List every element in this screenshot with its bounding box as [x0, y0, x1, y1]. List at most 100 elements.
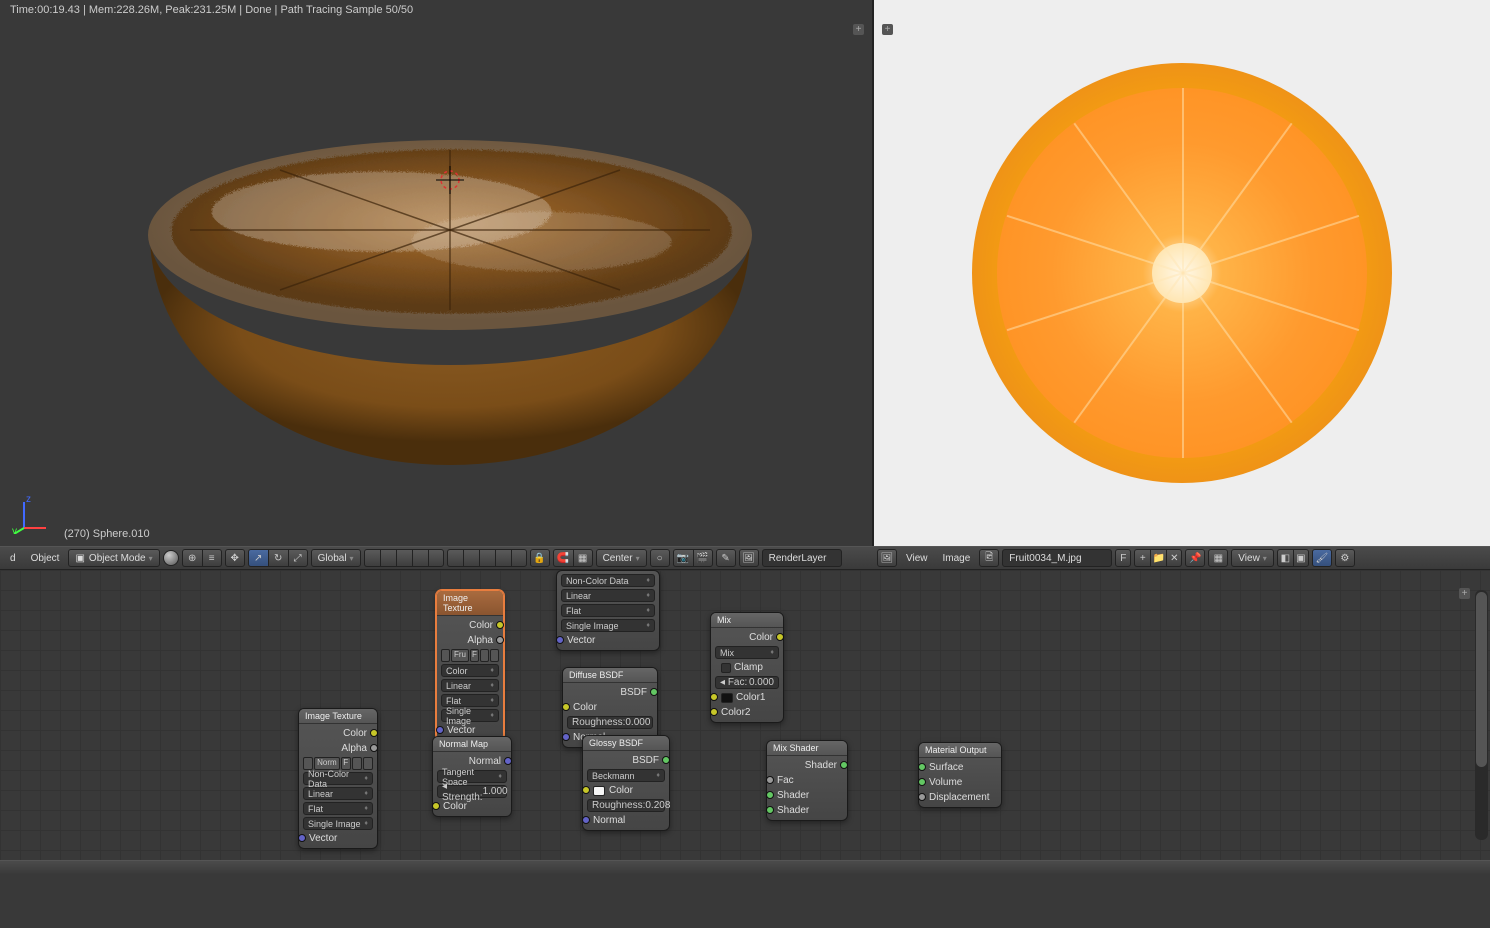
image-datablock-row[interactable]: FruF	[441, 649, 499, 662]
image-new-icon[interactable]: +	[1134, 549, 1150, 567]
node-normal-map[interactable]: Normal Map Normal Tangent Space ◂ Streng…	[432, 736, 512, 817]
paint-toggle[interactable]: 🖌	[1312, 549, 1332, 567]
colorspace-dropdown[interactable]: Non-Color Data	[561, 574, 655, 587]
manipulate-toggle[interactable]: ✥	[225, 549, 245, 567]
render-image-icon[interactable]: 📷	[673, 549, 693, 567]
socket-color1[interactable]: Color1	[715, 691, 779, 704]
socket-vector[interactable]: Vector	[561, 634, 655, 647]
strength-field[interactable]: ◂ Strength:1.000	[437, 785, 507, 798]
layer-btn[interactable]	[380, 549, 396, 567]
roughness-field[interactable]: Roughness:0.000	[567, 716, 653, 729]
socket-color[interactable]: Color	[303, 727, 373, 740]
clamp-checkbox[interactable]: Clamp	[715, 661, 779, 674]
snap-toggle[interactable]: 🧲	[553, 549, 573, 567]
menu-object[interactable]: Object	[25, 549, 66, 567]
interp-dropdown[interactable]: Linear	[561, 589, 655, 602]
socket-color[interactable]: Color	[441, 619, 499, 632]
socket-alpha[interactable]: Alpha	[303, 742, 373, 755]
image-open-icon[interactable]: 📁	[1150, 549, 1166, 567]
colorspace-dropdown[interactable]: Color	[441, 664, 499, 677]
translate-manip[interactable]: ↗	[248, 549, 268, 567]
region-split-handle[interactable]: +	[1459, 588, 1470, 599]
editor-type-icon[interactable]: 🖼	[877, 549, 897, 567]
render-anim-icon[interactable]: 🎬	[693, 549, 713, 567]
pin-icon[interactable]: 📌	[1185, 549, 1205, 567]
node-mix-rgb[interactable]: Mix Color Mix Clamp ◂ Fac:0.000 Color1 C…	[710, 612, 784, 723]
socket-color[interactable]: Color	[567, 701, 653, 714]
layers-11-20[interactable]	[447, 549, 527, 567]
3d-viewport[interactable]: Time:00:19.43 | Mem:228.26M, Peak:231.25…	[0, 0, 873, 546]
layer-btn[interactable]	[495, 549, 511, 567]
image-settings-icon[interactable]: ⚙	[1335, 549, 1355, 567]
extension-dropdown[interactable]: Single Image	[441, 709, 499, 722]
region-split-handle[interactable]: +	[882, 24, 893, 35]
node-image-texture-normal[interactable]: Image Texture Color Alpha NormF Non-Colo…	[298, 708, 378, 849]
roughness-field[interactable]: Roughness:0.208	[587, 799, 665, 812]
node-image-texture-diffuse[interactable]: Image Texture Color Alpha FruF Color Lin…	[436, 590, 504, 741]
layer-btn[interactable]	[447, 549, 463, 567]
image-name-field[interactable]: Fruit0034_M.jpg	[1002, 549, 1112, 567]
socket-vector[interactable]: Vector	[303, 832, 373, 845]
node-editor[interactable]: Non-Color Data Linear Flat Single Image …	[0, 570, 1490, 860]
socket-color[interactable]: Color	[587, 784, 665, 797]
region-split-handle[interactable]: +	[853, 24, 864, 35]
socket-displacement[interactable]: Displacement	[923, 791, 997, 804]
uv-icon[interactable]: ▦	[1208, 549, 1228, 567]
interp-dropdown[interactable]: Linear	[303, 787, 373, 800]
socket-bsdf[interactable]: BSDF	[587, 754, 665, 767]
projection-dropdown[interactable]: Flat	[303, 802, 373, 815]
layer-btn[interactable]	[428, 549, 444, 567]
layer-btn[interactable]	[463, 549, 479, 567]
menu-image[interactable]: Image	[937, 549, 977, 567]
extension-dropdown[interactable]: Single Image	[561, 619, 655, 632]
socket-color[interactable]: Color	[715, 631, 779, 644]
lock-layers[interactable]: 🔒	[530, 549, 550, 567]
image-unlink-icon[interactable]: ✕	[1166, 549, 1182, 567]
colorspace-dropdown[interactable]: Non-Color Data	[303, 772, 373, 785]
projection-dropdown[interactable]: Flat	[561, 604, 655, 617]
channel-rgba[interactable]: ◧	[1277, 549, 1293, 567]
mode-dropdown[interactable]: ▣Object Mode	[68, 549, 159, 567]
proportional-toggle[interactable]: ○	[650, 549, 670, 567]
view-mode-dropdown[interactable]: View	[1231, 549, 1274, 567]
pivot-icon2[interactable]: ≡	[202, 549, 222, 567]
image-browse-icon[interactable]: 🖻	[979, 549, 999, 567]
socket-alpha[interactable]: Alpha	[441, 634, 499, 647]
gpencil-icon[interactable]: ✎	[716, 549, 736, 567]
layer-btn[interactable]	[511, 549, 527, 567]
node-image-texture-top[interactable]: Non-Color Data Linear Flat Single Image …	[556, 570, 660, 651]
channel-rgb[interactable]: ▣	[1293, 549, 1309, 567]
orientation-dropdown[interactable]: Global	[311, 549, 361, 567]
image-editor-viewport[interactable]: +	[873, 0, 1490, 546]
pivot-icon[interactable]: ⊕	[182, 549, 202, 567]
rotate-manip[interactable]: ↻	[268, 549, 288, 567]
socket-shader2[interactable]: Shader	[771, 804, 843, 817]
node-scrollbar[interactable]	[1475, 590, 1488, 840]
node-glossy-bsdf[interactable]: Glossy BSDF BSDF Beckmann Color Roughnes…	[582, 735, 670, 831]
layer-btn[interactable]	[364, 549, 380, 567]
socket-normal[interactable]: Normal	[437, 755, 507, 768]
socket-shader1[interactable]: Shader	[771, 789, 843, 802]
socket-shader[interactable]: Shader	[771, 759, 843, 772]
socket-volume[interactable]: Volume	[923, 776, 997, 789]
shading-dropdown[interactable]	[163, 550, 179, 566]
interp-dropdown[interactable]: Linear	[441, 679, 499, 692]
socket-color[interactable]: Color	[437, 800, 507, 813]
socket-fac[interactable]: Fac	[771, 774, 843, 787]
socket-surface[interactable]: Surface	[923, 761, 997, 774]
node-mix-shader[interactable]: Mix Shader Shader Fac Shader Shader	[766, 740, 848, 821]
scale-manip[interactable]: ⤢	[288, 549, 308, 567]
layer-btn[interactable]	[412, 549, 428, 567]
renderlayer-icon[interactable]: 🖼	[739, 549, 759, 567]
renderlayer-field[interactable]: RenderLayer	[762, 549, 842, 567]
fake-user-f[interactable]: F	[1115, 549, 1131, 567]
blend-dropdown[interactable]: Mix	[715, 646, 779, 659]
menu-d[interactable]: d	[4, 549, 22, 567]
socket-bsdf[interactable]: BSDF	[567, 686, 653, 699]
node-material-output[interactable]: Material Output Surface Volume Displacem…	[918, 742, 1002, 808]
snap-type[interactable]: ▦	[573, 549, 593, 567]
snap-target[interactable]: Center	[596, 549, 647, 567]
fac-field[interactable]: ◂ Fac:0.000	[715, 676, 779, 689]
layers-1-10[interactable]	[364, 549, 444, 567]
layer-btn[interactable]	[479, 549, 495, 567]
